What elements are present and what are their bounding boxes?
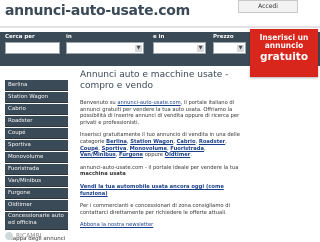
category-link-coupe[interactable]: Coupé	[80, 146, 98, 152]
add-listing-button[interactable]: Inserisci un annuncio gratuito	[250, 29, 318, 77]
portal-bold-text: macchina usata	[80, 171, 126, 178]
promo-line-2: annuncio	[264, 41, 304, 50]
sell-link-paragraph: Vendi la tua automobile usata ancora ogg…	[80, 184, 240, 197]
sidebar-nav: Berlina Station Wagon Cabrio Roadster Co…	[5, 80, 68, 242]
ricambi-logo[interactable]: RICAMBI	[5, 232, 41, 240]
search-region-select[interactable]: ▼	[153, 42, 206, 54]
sidebar-item-label: ed officina	[8, 220, 37, 226]
category-link-sportiva[interactable]: Sportiva	[102, 146, 127, 152]
promo-line-3: gratuito	[259, 51, 309, 63]
sidebar-item-fuoristrada[interactable]: Fuoristrada	[5, 164, 68, 175]
sidebar-item-station-wagon[interactable]: Station Wagon	[5, 92, 68, 103]
dealers-paragraph: Per i commercianti e concessionari di zo…	[80, 203, 230, 216]
category-link-cabrio[interactable]: Cabrio	[177, 139, 196, 145]
sidebar-item-roadster[interactable]: Roadster	[5, 116, 68, 127]
ricambi-label: RICAMBI	[16, 232, 42, 240]
sidebar-item-berlina[interactable]: Berlina	[5, 80, 68, 91]
chevron-down-icon: ▼	[197, 45, 204, 52]
main-content: Annunci auto e macchine usate - compro e…	[80, 70, 240, 229]
site-link[interactable]: annunci-auto-usate.com	[117, 100, 180, 106]
page-title-line-1: Annunci auto e macchine usate -	[80, 70, 229, 80]
site-logo[interactable]: annunci-auto-usate.com	[5, 3, 190, 19]
newsletter-link[interactable]: Abbona la nostra newsletter	[80, 222, 153, 228]
search-category-select[interactable]: ▼	[66, 42, 144, 54]
ricambi-circle-icon	[5, 232, 13, 240]
sidebar-item-concessionarie[interactable]: Concessionarie auto ed officina	[5, 212, 68, 230]
page-title: Annunci auto e macchine usate - compro e…	[80, 70, 240, 92]
search-label-prezzo: Prezzo	[213, 34, 234, 40]
portal-paragraph: annunci-auto-usate.com - il portale idea…	[80, 165, 240, 178]
search-label-e-in: e in	[153, 34, 165, 40]
sidebar-item-van-minibus[interactable]: Van/Minibus	[5, 176, 68, 187]
header-divider	[0, 26, 320, 28]
login-button[interactable]: Accedi	[238, 0, 298, 13]
category-link-monovolume[interactable]: Monovolume	[130, 146, 167, 152]
search-price-select[interactable]: ▼	[213, 42, 246, 54]
search-label-cerca: Cerca per	[5, 34, 35, 40]
sidebar-item-monovolume[interactable]: Monovolume	[5, 152, 68, 163]
portal-text: annunci-auto-usate.com - il portale idea…	[80, 164, 239, 171]
intro-paragraph: Benvenuto su annunci-auto-usate.com, il …	[80, 100, 240, 126]
category-link-roadster[interactable]: Roadster	[199, 139, 225, 145]
sidebar-item-cabrio[interactable]: Cabrio	[5, 104, 68, 115]
categories-paragraph: Inserisci gratuitamente il tuo annuncio …	[80, 132, 240, 159]
sidebar-item-coupe[interactable]: Coupé	[5, 128, 68, 139]
sidebar-item-sportiva[interactable]: Sportiva	[5, 140, 68, 151]
category-link-furgone[interactable]: Furgone	[119, 152, 143, 158]
category-link-station-wagon[interactable]: Station Wagon	[130, 139, 173, 145]
page-title-line-2: compro e vendo	[80, 81, 153, 91]
search-label-in: in	[66, 34, 72, 40]
category-link-van-minibus[interactable]: Van/Minibus	[80, 152, 116, 158]
category-link-fuoristrada[interactable]: Fuoristrada	[170, 146, 204, 152]
newsletter-paragraph: Abbona la nostra newsletter	[80, 222, 240, 229]
chevron-down-icon: ▼	[135, 45, 142, 52]
search-keyword-input[interactable]	[5, 42, 60, 54]
oppure-text: oppure	[144, 152, 163, 159]
sidebar-item-label: Concessionarie auto	[8, 213, 64, 219]
site-header: annunci-auto-usate.com Accedi	[0, 0, 320, 28]
chevron-down-icon: ▼	[237, 45, 244, 52]
sidebar-item-oldtimer[interactable]: Oldtimer	[5, 200, 68, 211]
sell-car-link[interactable]: Vendi la tua automobile usata ancora ogg…	[80, 184, 224, 197]
sidebar-item-furgone[interactable]: Furgone	[5, 188, 68, 199]
category-link-oldtimer[interactable]: Oldtimer	[165, 152, 191, 158]
intro-text: Benvenuto su	[80, 100, 118, 106]
category-link-berlina[interactable]: Berlina	[106, 139, 127, 145]
